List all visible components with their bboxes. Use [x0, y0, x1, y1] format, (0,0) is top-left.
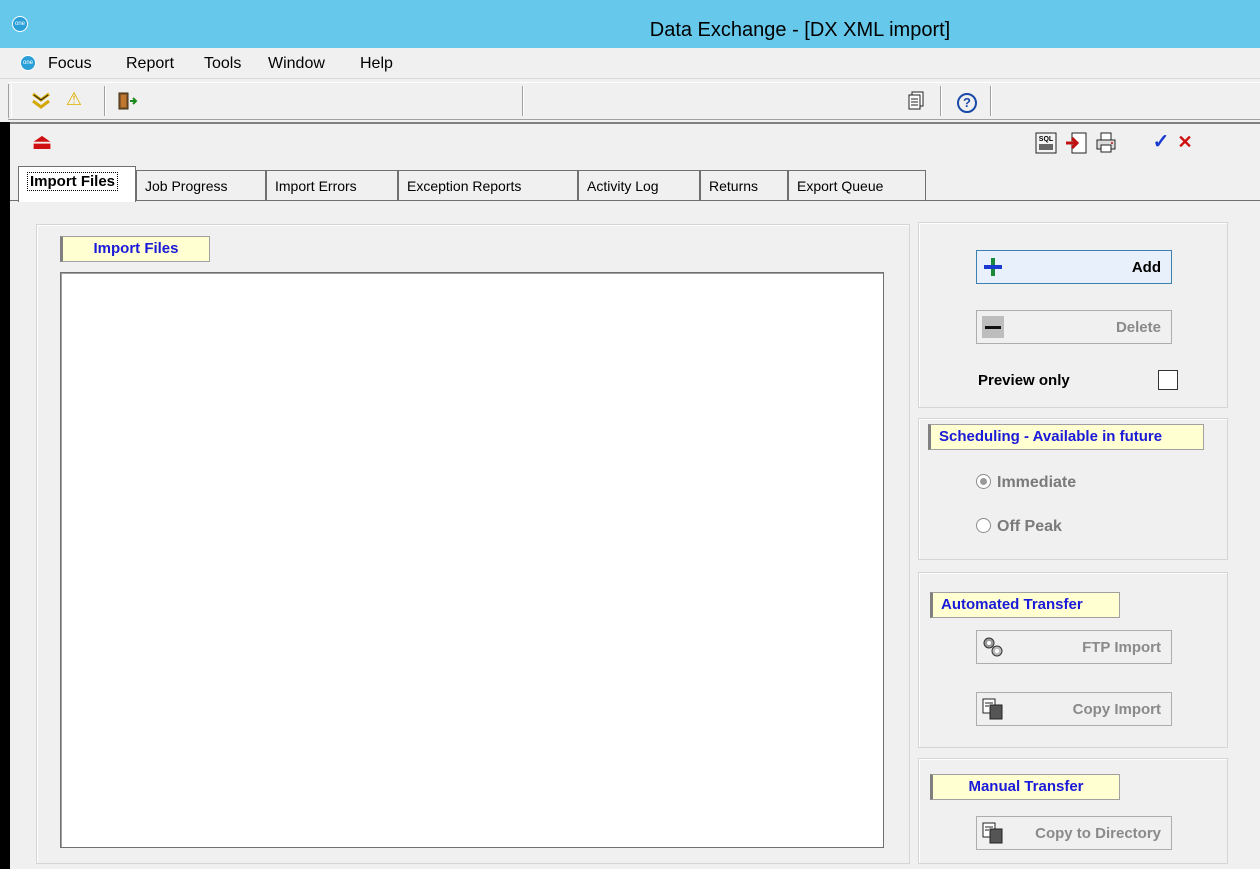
- radio-immediate[interactable]: Immediate: [976, 474, 1076, 492]
- cancel-x-icon[interactable]: ✕: [1174, 131, 1196, 153]
- tab-returns[interactable]: Returns: [700, 170, 788, 201]
- ftp-import-button[interactable]: FTP Import: [976, 630, 1172, 664]
- manual-transfer-label: Manual Transfer: [930, 774, 1120, 800]
- radio-off-peak[interactable]: Off Peak: [976, 518, 1062, 536]
- import-icon[interactable]: [1064, 131, 1088, 155]
- copy-files-icon: [981, 697, 1005, 721]
- copy-to-directory-button[interactable]: Copy to Directory: [976, 816, 1172, 850]
- copy-import-label: Copy Import: [1072, 701, 1161, 718]
- add-button[interactable]: Add: [976, 250, 1172, 284]
- gears-icon: [981, 635, 1005, 659]
- toolbar-grip[interactable]: [8, 84, 12, 118]
- radio-immediate-indicator: [976, 474, 991, 489]
- window-frame-edge: [0, 122, 10, 869]
- confirm-check-icon[interactable]: ✓: [1150, 131, 1172, 153]
- tab-export-queue[interactable]: Export Queue: [788, 170, 926, 201]
- menu-help[interactable]: Help: [360, 55, 393, 73]
- copy-pages-icon[interactable]: [906, 90, 928, 112]
- help-icon[interactable]: ?: [956, 90, 978, 113]
- menu-app-logo-icon[interactable]: one: [20, 55, 36, 71]
- delete-button[interactable]: Delete: [976, 310, 1172, 344]
- radio-off-peak-indicator: [976, 518, 991, 533]
- toolbar-separator-3: [940, 86, 942, 116]
- eject-icon[interactable]: ⏏: [30, 131, 54, 155]
- menu-focus[interactable]: Focus: [48, 55, 92, 73]
- plus-icon: [981, 255, 1005, 279]
- window-title: Data Exchange - [DX XML import]: [649, 19, 951, 41]
- sql-text: SQL: [1039, 136, 1054, 143]
- tab-panel-border: [10, 200, 1260, 201]
- radio-off-peak-label: Off Peak: [997, 518, 1062, 535]
- toolbar-separator: [104, 86, 106, 116]
- tab-import-errors[interactable]: Import Errors: [266, 170, 398, 201]
- automated-transfer-label: Automated Transfer: [930, 592, 1120, 618]
- radio-immediate-label: Immediate: [997, 474, 1077, 491]
- menu-bar: one Focus Report Tools Window Help: [0, 49, 1260, 79]
- copy-to-directory-label: Copy to Directory: [1035, 825, 1161, 842]
- warning-icon[interactable]: ⚠: [62, 88, 86, 112]
- title-bar: one Data Exchange - [DX XML import]: [0, 0, 1260, 48]
- import-files-list[interactable]: [60, 272, 884, 848]
- menu-report[interactable]: Report: [126, 55, 174, 73]
- tab-exception-reports[interactable]: Exception Reports: [398, 170, 578, 201]
- copy-files-icon: [981, 821, 1005, 845]
- tab-import-files[interactable]: Import Files: [18, 166, 136, 202]
- import-files-label: Import Files: [60, 236, 210, 262]
- toolbar-separator-2: [522, 86, 524, 116]
- download-arrow-icon[interactable]: [30, 90, 52, 112]
- scheduling-label: Scheduling - Available in future: [928, 424, 1204, 450]
- tab-job-progress[interactable]: Job Progress: [136, 170, 266, 201]
- tab-activity-log[interactable]: Activity Log: [578, 170, 700, 201]
- exit-door-icon[interactable]: [116, 90, 138, 112]
- delete-label: Delete: [1115, 319, 1161, 336]
- toolbar-separator-4: [990, 86, 992, 116]
- copy-import-button[interactable]: Copy Import: [976, 692, 1172, 726]
- menu-tools[interactable]: Tools: [204, 55, 241, 73]
- main-toolbar: [8, 82, 1260, 120]
- print-icon[interactable]: [1094, 131, 1118, 155]
- app-logo-icon[interactable]: one: [12, 16, 28, 32]
- sql-icon[interactable]: SQL: [1034, 131, 1058, 155]
- tab-label: Import Files: [27, 172, 119, 191]
- preview-only-label: Preview only: [978, 372, 1070, 389]
- add-label: Add: [1131, 259, 1161, 276]
- menu-window[interactable]: Window: [268, 55, 325, 73]
- preview-only-checkbox[interactable]: [1158, 370, 1178, 390]
- ftp-import-label: FTP Import: [1082, 639, 1161, 656]
- help-glyph: ?: [957, 93, 977, 113]
- minus-icon: [981, 315, 1005, 339]
